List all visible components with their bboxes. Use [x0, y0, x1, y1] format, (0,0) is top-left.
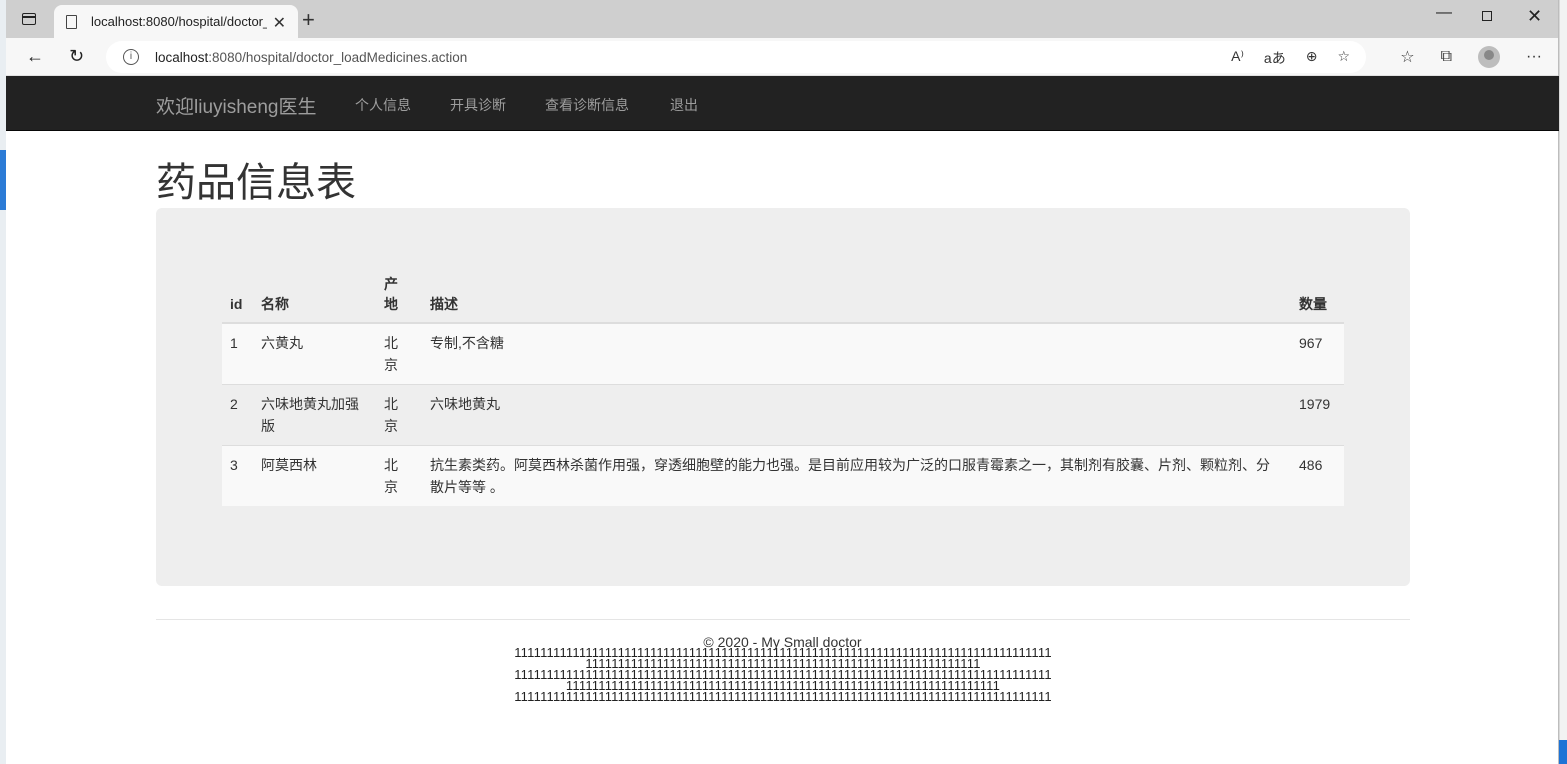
more-menu-icon[interactable]: ···: [1526, 48, 1542, 66]
tab-actions-icon[interactable]: [20, 10, 40, 28]
cell-desc: 六味地黄丸: [422, 384, 1291, 446]
cell-name: 阿莫西林: [253, 445, 376, 506]
cell-origin: 北京: [376, 445, 422, 506]
table-header-row: id 名称 产地 描述 数量: [222, 266, 1344, 324]
site-info-icon[interactable]: i: [123, 49, 139, 65]
favorites-icon[interactable]: ☆: [1400, 47, 1414, 67]
footer-divider: [156, 619, 1410, 620]
header-name: 名称: [253, 266, 376, 324]
footer-text-line: 1111111111111111111111111111111111111111…: [565, 680, 1001, 691]
collections-icon[interactable]: ⧉: [1441, 48, 1452, 66]
cell-origin: 北京: [376, 322, 422, 385]
header-qty: 数量: [1291, 266, 1344, 324]
address-bar[interactable]: i localhost:8080/hospital/doctor_loadMed…: [106, 41, 1366, 73]
cell-id: 3: [222, 445, 253, 506]
url-text[interactable]: localhost:8080/hospital/doctor_loadMedic…: [155, 50, 467, 65]
cell-qty: 1979: [1291, 384, 1344, 446]
desktop-right-edge: [1507, 0, 1567, 764]
cell-qty: 967: [1291, 322, 1344, 385]
table-row: 3 阿莫西林 北京 抗生素类药。阿莫西林杀菌作用强，穿透细胞壁的能力也强。是目前…: [222, 445, 1344, 506]
nav-profile[interactable]: 个人信息: [355, 95, 411, 115]
maximize-icon[interactable]: [1482, 6, 1492, 26]
footer-text-line: 1111111111111111111111111111111111111111…: [585, 658, 981, 669]
medicines-table: id 名称 产地 描述 数量 1 六黄丸 北京 专制,不含糖 967 2 六味地: [222, 266, 1344, 506]
footer-text-line: 1111111111111111111111111111111111111111…: [514, 691, 1052, 702]
table-row: 2 六味地黄丸加强版 北京 六味地黄丸 1979: [222, 384, 1344, 446]
header-id: id: [222, 266, 253, 324]
nav-diagnoses[interactable]: 查看诊断信息: [545, 95, 629, 115]
content-well: id 名称 产地 描述 数量 1 六黄丸 北京 专制,不含糖 967 2 六味地: [156, 208, 1410, 586]
cell-id: 2: [222, 384, 253, 446]
browser-window: localhost:8080/hospital/doctor_lo ✕ + — …: [6, 0, 1559, 764]
cell-name: 六黄丸: [253, 322, 376, 385]
cell-id: 1: [222, 322, 253, 385]
footer-text-line: 1111111111111111111111111111111111111111…: [514, 647, 1052, 658]
navbar-brand[interactable]: 欢迎liuyisheng医生: [156, 92, 317, 119]
cell-origin: 北京: [376, 384, 422, 446]
zoom-icon[interactable]: ⊕: [1306, 48, 1318, 68]
read-aloud-icon[interactable]: A⁾: [1231, 48, 1244, 68]
nav-prescribe[interactable]: 开具诊断: [450, 95, 506, 115]
cell-desc: 抗生素类药。阿莫西林杀菌作用强，穿透细胞壁的能力也强。是目前应用较为广泛的口服青…: [422, 445, 1291, 506]
page-title: 药品信息表: [156, 161, 356, 205]
translate-icon[interactable]: aあ: [1264, 48, 1286, 68]
page-icon: [66, 14, 77, 29]
table-row: 1 六黄丸 北京 专制,不含糖 967: [222, 322, 1344, 385]
tab-active[interactable]: localhost:8080/hospital/doctor_lo ✕: [54, 5, 298, 38]
header-desc: 描述: [422, 266, 1291, 324]
site-navbar: 欢迎liuyisheng医生 个人信息 开具诊断 查看诊断信息 退出: [6, 76, 1559, 131]
footer-text-line: 1111111111111111111111111111111111111111…: [514, 669, 1052, 680]
new-tab-icon[interactable]: +: [302, 7, 315, 33]
browser-toolbar: ← ↻ i localhost:8080/hospital/doctor_loa…: [6, 38, 1558, 76]
back-icon[interactable]: ←: [26, 46, 44, 67]
nav-logout[interactable]: 退出: [670, 95, 698, 115]
close-tab-icon[interactable]: ✕: [273, 13, 286, 33]
close-window-icon[interactable]: ✕: [1527, 6, 1542, 27]
tab-strip: localhost:8080/hospital/doctor_lo ✕ + — …: [6, 0, 1558, 38]
tab-title: localhost:8080/hospital/doctor_lo: [91, 14, 267, 29]
minimize-icon[interactable]: —: [1436, 4, 1452, 22]
cell-qty: 486: [1291, 445, 1344, 506]
add-favorite-icon[interactable]: ☆: [1337, 48, 1350, 68]
header-origin: 产地: [376, 266, 422, 324]
reload-icon[interactable]: ↻: [69, 46, 84, 67]
profile-avatar[interactable]: [1478, 46, 1501, 68]
cell-name: 六味地黄丸加强版: [253, 384, 376, 446]
cell-desc: 专制,不含糖: [422, 322, 1291, 385]
